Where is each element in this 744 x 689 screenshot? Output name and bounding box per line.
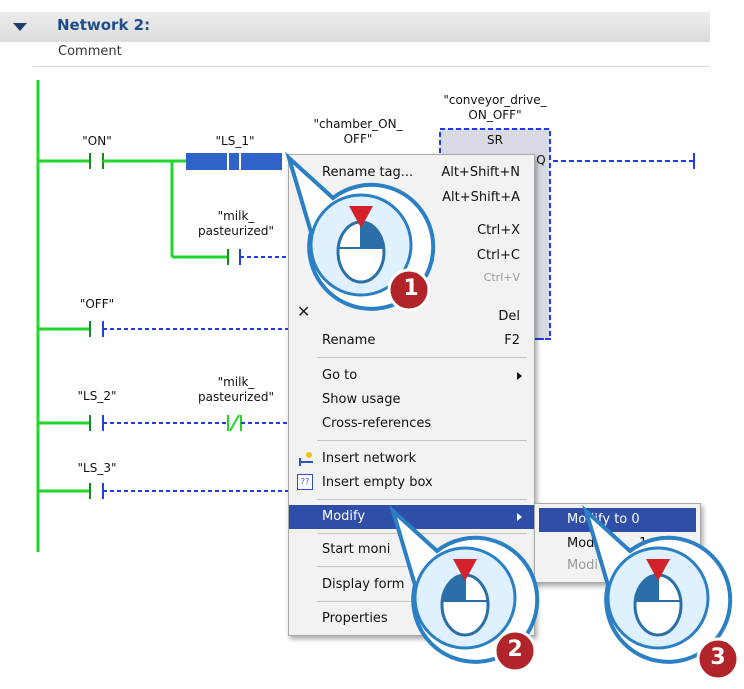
menu-separator (317, 499, 527, 500)
menu-label: Insert network (322, 451, 417, 466)
ls1-contact-selected (186, 153, 282, 170)
menu-item-rename[interactable]: Rename F2 (289, 329, 534, 353)
menu-shortcut: F2 (504, 333, 520, 348)
tag-milk-pasteurized-2-line2[interactable]: pasteurized" (186, 390, 286, 405)
callout-badge-2: 2 (507, 637, 523, 662)
submenu-arrow-icon (517, 372, 522, 380)
callout-badge-3: 3 (710, 645, 726, 670)
menu-shortcut: Del (498, 309, 520, 324)
insert-network-icon (299, 452, 313, 466)
tag-off[interactable]: "OFF" (75, 297, 119, 312)
tag-chamber-on-off-line1[interactable]: "chamber_ON_ (303, 117, 413, 132)
mouse-icon (633, 573, 683, 637)
mouse-icon (336, 220, 386, 284)
menu-shortcut: Alt+Shift+N (441, 165, 520, 180)
tag-milk-pasteurized-1-line2[interactable]: pasteurized" (186, 224, 286, 239)
callout-badge-1: 1 (403, 276, 419, 301)
mouse-icon (440, 573, 490, 637)
menu-label: Rename (322, 333, 376, 348)
menu-label: Show usage (322, 392, 401, 407)
menu-label: Cross-references (322, 416, 432, 431)
empty-box-icon: ?? (297, 474, 313, 490)
tag-conveyor-drive-line1[interactable]: "conveyor_drive_ (430, 93, 560, 108)
menu-shortcut: Ctrl+X (477, 223, 520, 238)
menu-item-insert-network[interactable]: Insert network (289, 447, 534, 471)
menu-label: Start moni (322, 542, 391, 557)
tag-milk-pasteurized-2-line1[interactable]: "milk_ (186, 375, 286, 390)
tag-milk-pasteurized-1-line1[interactable]: "milk_ (186, 209, 286, 224)
menu-separator (317, 357, 527, 358)
menu-shortcut: Ctrl+C (476, 248, 520, 263)
tag-chamber-on-off-line2[interactable]: OFF" (303, 132, 413, 147)
tag-ls3[interactable]: "LS_3" (72, 461, 122, 476)
menu-label: Properties (322, 611, 388, 626)
menu-label: Insert empty box (322, 475, 433, 490)
menu-item-go-to[interactable]: Go to (289, 364, 534, 388)
tag-ls1[interactable]: "LS_1" (205, 134, 265, 149)
menu-label: Go to (322, 368, 358, 383)
menu-separator (317, 440, 527, 441)
sr-q-output-label: Q (536, 153, 546, 167)
tag-ls2[interactable]: "LS_2" (72, 389, 122, 404)
tag-on[interactable]: "ON" (75, 134, 119, 149)
tag-conveyor-drive-line2[interactable]: ON_OFF" (430, 108, 560, 123)
menu-shortcut: Alt+Shift+A (442, 190, 520, 205)
menu-shortcut: Ctrl+V (483, 271, 520, 284)
sr-box-label: SR (487, 133, 503, 147)
menu-label: Modify (322, 509, 366, 524)
menu-item-insert-empty-box[interactable]: ?? Insert empty box (289, 471, 534, 495)
menu-item-show-usage[interactable]: Show usage (289, 388, 534, 412)
menu-item-cross-references[interactable]: Cross-references (289, 412, 534, 436)
